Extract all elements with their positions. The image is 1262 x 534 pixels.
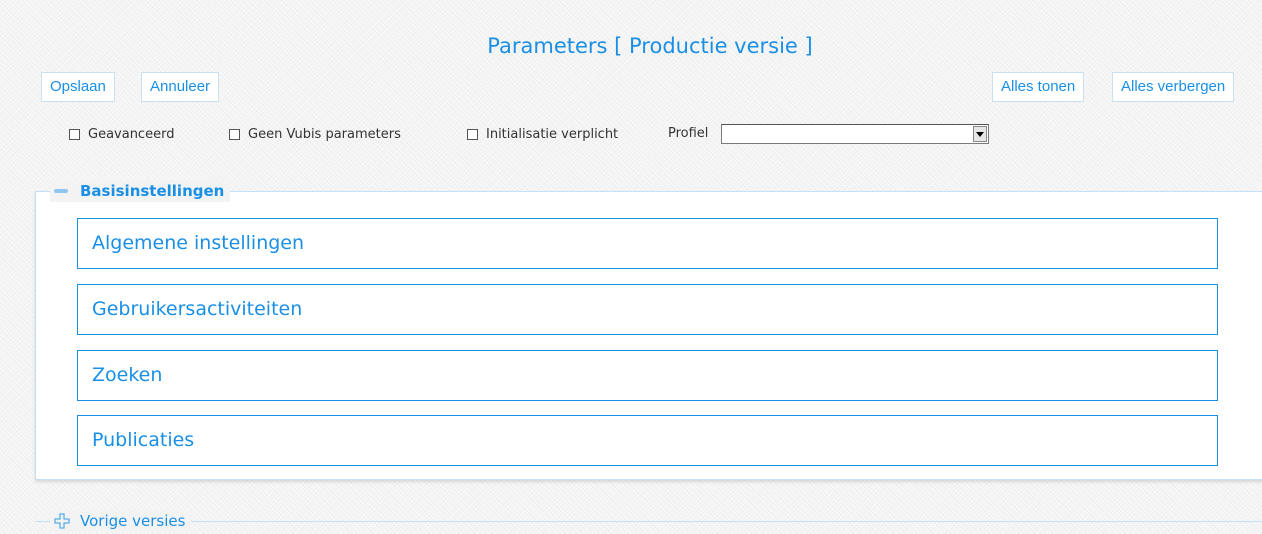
- chevron-down-icon: [976, 131, 984, 137]
- section-user-activities[interactable]: Gebruikersactiviteiten: [77, 284, 1218, 335]
- previous-versions-legend: Vorige versies: [80, 512, 186, 530]
- section-general-settings[interactable]: Algemene instellingen: [77, 218, 1218, 269]
- collapse-minus-icon: [54, 189, 68, 193]
- filter-row: Geavanceerd Geen Vubis parameters Initia…: [0, 124, 1262, 144]
- cancel-button[interactable]: Annuleer: [141, 72, 220, 102]
- basic-settings-toggle[interactable]: Basisinstellingen: [50, 180, 231, 202]
- profile-select[interactable]: [721, 124, 989, 144]
- previous-versions-toggle[interactable]: Vorige versies: [50, 510, 192, 532]
- expand-plus-icon: [54, 513, 70, 529]
- hide-all-button[interactable]: Alles verbergen: [1112, 72, 1235, 102]
- advanced-checkbox[interactable]: Geavanceerd: [69, 124, 174, 144]
- save-button[interactable]: Opslaan: [41, 72, 115, 102]
- checkbox-box[interactable]: [467, 128, 478, 140]
- page-title: Parameters [ Productie versie ]: [487, 34, 813, 58]
- init-required-checkbox[interactable]: Initialisatie verplicht: [467, 124, 618, 144]
- init-required-label: Initialisatie verplicht: [486, 126, 619, 142]
- checkbox-box[interactable]: [69, 128, 80, 140]
- dropdown-arrow-button[interactable]: [973, 126, 987, 142]
- checkbox-box[interactable]: [229, 128, 240, 140]
- section-search[interactable]: Zoeken: [77, 350, 1218, 401]
- section-publications[interactable]: Publicaties: [77, 415, 1218, 466]
- advanced-label: Geavanceerd: [88, 126, 175, 142]
- no-vubis-checkbox[interactable]: Geen Vubis parameters: [229, 124, 401, 144]
- basic-settings-legend: Basisinstellingen: [80, 182, 225, 200]
- profile-label: Profiel: [668, 126, 709, 141]
- no-vubis-label: Geen Vubis parameters: [248, 126, 401, 142]
- previous-versions-divider: [35, 521, 1262, 522]
- show-all-button[interactable]: Alles tonen: [992, 72, 1085, 102]
